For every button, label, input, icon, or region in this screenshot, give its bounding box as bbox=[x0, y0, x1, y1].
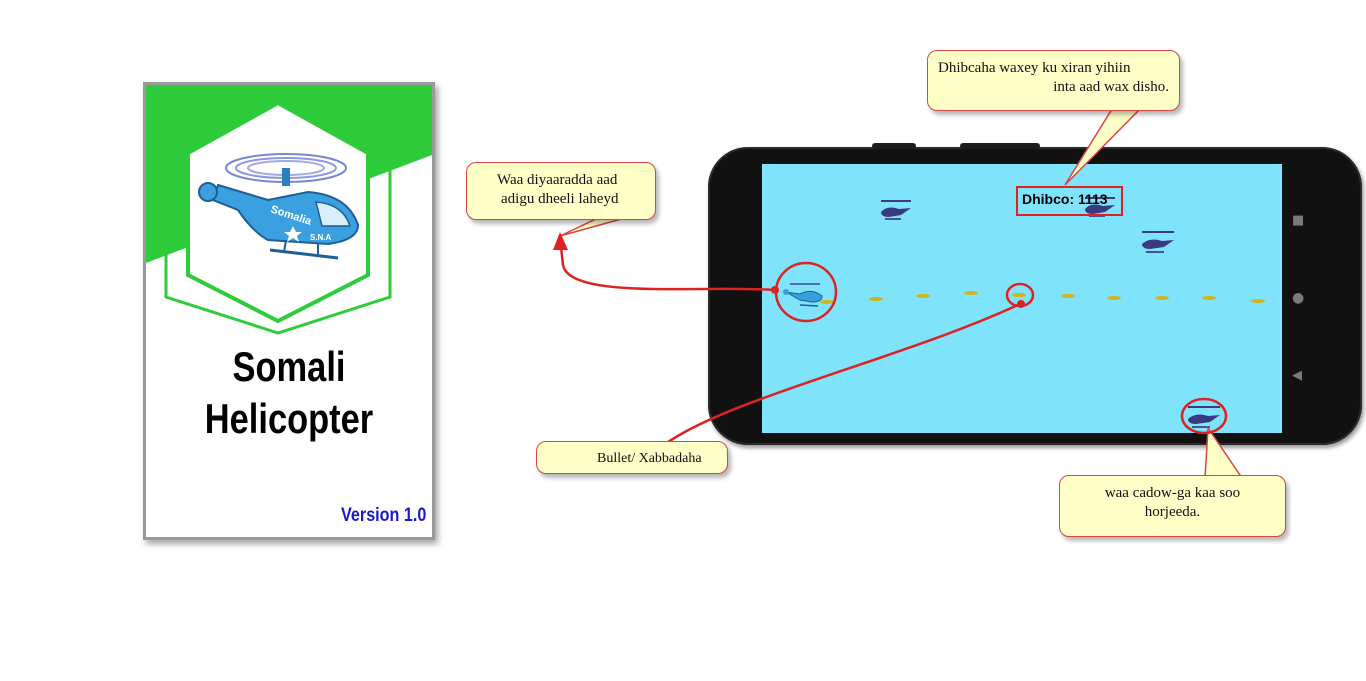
callout-text: waa cadow-ga kaa soo bbox=[1104, 485, 1241, 501]
bullet-icon bbox=[869, 297, 883, 301]
enemy-helicopter-icon[interactable] bbox=[1138, 228, 1178, 254]
triangle-back-icon[interactable]: ◀ bbox=[1292, 368, 1302, 383]
arrow-head-icon bbox=[553, 232, 568, 250]
power-button bbox=[960, 143, 1040, 149]
bullet-icon bbox=[916, 294, 930, 298]
version-label: Version 1.0 bbox=[340, 505, 426, 526]
volume-button bbox=[872, 143, 916, 149]
bullet-icon bbox=[1012, 293, 1026, 297]
score-highlight-box bbox=[1016, 186, 1123, 216]
enemy-helicopter-icon[interactable] bbox=[1184, 403, 1224, 429]
callout-text: Bullet/ Xabbadaha bbox=[597, 451, 702, 466]
bullet-icon bbox=[964, 291, 978, 295]
bullet-icon bbox=[1107, 296, 1121, 300]
callout-text: inta aad wax disho. bbox=[1053, 79, 1169, 95]
enemy-helicopter-icon[interactable] bbox=[877, 197, 915, 221]
title-line-1: Somali bbox=[232, 343, 346, 390]
player-callout-tail bbox=[559, 217, 626, 237]
score-explanation-callout: Dhibcaha waxey ku xiran yihiin inta aad … bbox=[927, 50, 1180, 111]
logo-helicopter-icon: Somalia S.N.A bbox=[198, 153, 360, 260]
bullet-icon bbox=[1251, 299, 1265, 303]
player-helicopter-icon[interactable] bbox=[782, 280, 826, 308]
enemy-explanation-callout: waa cadow-ga kaa soo horjeeda. bbox=[1059, 475, 1286, 537]
callout-text: Dhibcaha waxey ku xiran yihiin bbox=[938, 60, 1131, 76]
square-icon[interactable]: ■ bbox=[1292, 213, 1304, 228]
bullet-icon bbox=[1202, 296, 1216, 300]
title-line-2: Helicopter bbox=[204, 395, 374, 442]
svg-text:S.N.A: S.N.A bbox=[310, 233, 332, 242]
game-cover-card: Somalia S.N.A Somali Helicopter Version … bbox=[143, 82, 435, 540]
callout-text: adigu dheeli laheyd bbox=[501, 191, 619, 207]
callout-text: horjeeda. bbox=[1144, 504, 1201, 520]
circle-icon[interactable]: ● bbox=[1292, 290, 1304, 306]
bullet-icon bbox=[1061, 294, 1075, 298]
player-explanation-callout: Waa diyaaradda aad adigu dheeli laheyd bbox=[466, 162, 656, 220]
bullet-icon bbox=[1155, 296, 1169, 300]
bullet-explanation-callout: Bullet/ Xabbadaha bbox=[536, 441, 728, 474]
callout-text: Waa diyaaradda aad bbox=[497, 172, 618, 188]
